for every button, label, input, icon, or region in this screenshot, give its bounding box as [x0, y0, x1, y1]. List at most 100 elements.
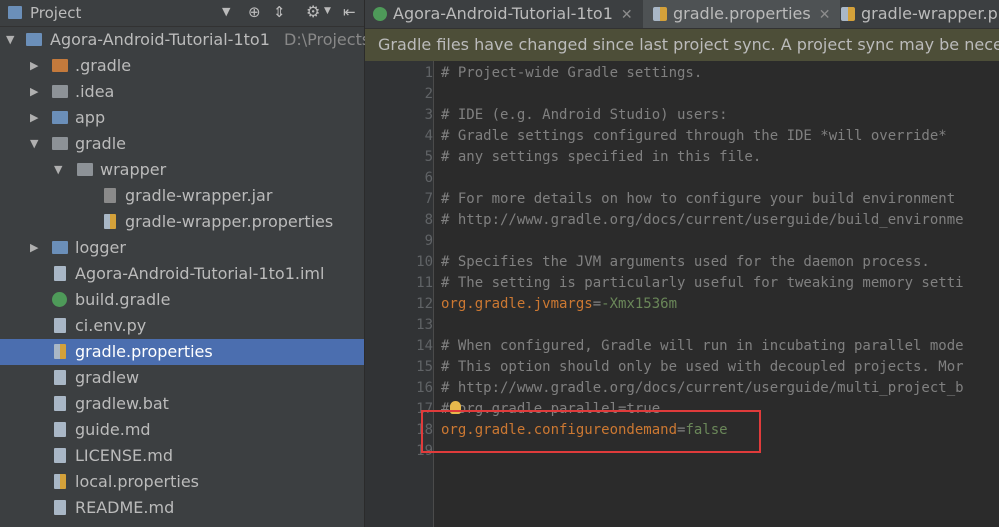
code-line[interactable]: # When configured, Gradle will run in in…: [441, 338, 964, 354]
code-line[interactable]: # Specifies the JVM arguments used for t…: [441, 254, 930, 270]
chevron-down-icon[interactable]: ▼: [6, 27, 14, 53]
code-line[interactable]: org.gradle.jvmargs=-Xmx1536m: [441, 296, 677, 312]
tree-item-gradle[interactable]: ▼ gradle: [0, 131, 364, 157]
line-number: 13: [416, 317, 433, 333]
tree-item-label: gradlew: [75, 368, 140, 387]
collapse-icon[interactable]: ⇕: [273, 3, 286, 21]
properties-icon: [841, 7, 855, 21]
project-panel-title[interactable]: Project: [30, 4, 81, 22]
tree-item-guide-md[interactable]: guide.md: [0, 417, 364, 443]
tree-item-wrapper[interactable]: ▼ wrapper: [0, 157, 364, 183]
code-line[interactable]: # http://www.gradle.org/docs/current/use…: [441, 212, 964, 228]
line-number: 5: [424, 149, 433, 165]
chevron-right-icon[interactable]: ▶: [30, 235, 38, 261]
line-number: 15: [416, 359, 433, 375]
gear-icon[interactable]: ⚙: [306, 2, 320, 21]
code-line[interactable]: # http://www.gradle.org/docs/current/use…: [441, 380, 964, 396]
tree-item-app[interactable]: ▶ app: [0, 105, 364, 131]
line-number: 2: [424, 86, 433, 102]
hide-icon[interactable]: ⇤: [343, 3, 356, 21]
tree-item-gradle-dir[interactable]: ▶ .gradle: [0, 53, 364, 79]
code-line[interactable]: # any settings specified in this file.: [441, 149, 761, 165]
tree-item-gradle-wrapper-jar[interactable]: gradle-wrapper.jar: [0, 183, 364, 209]
tree-item-label: logger: [75, 238, 126, 257]
tree-item-local-properties[interactable]: local.properties: [0, 469, 364, 495]
properties-file-icon: [54, 344, 66, 359]
gradle-icon: [373, 7, 387, 21]
code-line[interactable]: # This option should only be used with d…: [441, 359, 964, 375]
properties-file-icon: [54, 474, 66, 489]
tab-gradle-wrapper-properties[interactable]: gradle-wrapper.pr: [841, 0, 999, 28]
tree-item-readme-md[interactable]: README.md: [0, 495, 364, 521]
tree-item-gradlew-bat[interactable]: gradlew.bat: [0, 391, 364, 417]
markdown-file-icon: [54, 448, 66, 463]
dropdown-icon[interactable]: ▼: [222, 5, 230, 18]
line-number: 6: [424, 170, 433, 186]
sync-banner: Gradle files have changed since last pro…: [365, 29, 999, 61]
property-separator: =: [592, 296, 602, 312]
tree-item-ci-env[interactable]: ci.env.py: [0, 313, 364, 339]
tree-item-iml[interactable]: Agora-Android-Tutorial-1to1.iml: [0, 261, 364, 287]
tree-item-label: local.properties: [75, 472, 200, 491]
line-number: 11: [416, 275, 433, 291]
close-icon[interactable]: ✕: [819, 7, 831, 23]
folder-icon: [52, 137, 68, 150]
text-file-icon: [54, 318, 66, 333]
chevron-right-icon[interactable]: ▶: [30, 105, 38, 131]
jar-file-icon: [104, 188, 116, 203]
code-line[interactable]: # IDE (e.g. Android Studio) users:: [441, 107, 728, 123]
code-line[interactable]: # Project-wide Gradle settings.: [441, 65, 702, 81]
chevron-down-icon[interactable]: ▼: [54, 157, 62, 183]
tree-item-logger[interactable]: ▶ logger: [0, 235, 364, 261]
gradle-file-icon: [52, 292, 67, 307]
tree-item-label: Agora-Android-Tutorial-1to1.iml: [75, 264, 325, 283]
tree-item-label: Agora-Android-Tutorial-1to1: [50, 30, 270, 49]
line-number: 14: [416, 338, 433, 354]
tab-gradle-properties[interactable]: gradle.properties ✕: [643, 0, 841, 28]
tree-item-label: build.gradle: [75, 290, 171, 309]
chevron-right-icon[interactable]: ▶: [30, 79, 38, 105]
tree-item-label: app: [75, 108, 106, 127]
tree-item-label: LICENSE.md: [75, 446, 173, 465]
tree-item-idea[interactable]: ▶ .idea: [0, 79, 364, 105]
markdown-file-icon: [54, 422, 66, 437]
target-icon[interactable]: ⊕: [248, 3, 261, 21]
tree-item-label: .idea: [75, 82, 115, 101]
module-folder-icon: [52, 241, 68, 254]
properties-file-icon: [104, 214, 116, 229]
code-line[interactable]: # For more details on how to configure y…: [441, 191, 955, 207]
tree-item-gradlew[interactable]: gradlew: [0, 365, 364, 391]
tab-label: gradle.properties: [673, 4, 811, 23]
chevron-down-icon[interactable]: ▼: [30, 131, 38, 157]
tree-item-label: gradlew.bat: [75, 394, 169, 413]
text-file-icon: [54, 396, 66, 411]
tree-item-gradle-properties[interactable]: gradle.properties: [0, 339, 364, 365]
tab-label: gradle-wrapper.pr: [861, 4, 999, 23]
project-panel-toolbar: Project ▼ ⊕ ⇕ ⚙ ▼ ⇤: [0, 0, 364, 27]
tree-item-root[interactable]: ▼ Agora-Android-Tutorial-1to1 D:\Project…: [0, 27, 370, 53]
line-number-gutter: 1 2 3 4 5 6 7 8 9 10 11 12 13 14 15 16 1…: [365, 61, 433, 527]
tree-item-license-md[interactable]: LICENSE.md: [0, 443, 364, 469]
code-line[interactable]: # The setting is particularly useful for…: [441, 275, 964, 291]
markdown-file-icon: [54, 500, 66, 515]
tree-item-label: guide.md: [75, 420, 151, 439]
tree-item-path: D:\Projects: [284, 30, 371, 49]
gutter-separator: [433, 61, 434, 527]
chevron-right-icon[interactable]: ▶: [30, 53, 38, 79]
tab-build-gradle[interactable]: Agora-Android-Tutorial-1to1 ✕: [373, 0, 633, 28]
sync-banner-text: Gradle files have changed since last pro…: [378, 35, 999, 54]
project-icon: [8, 6, 22, 19]
tree-item-gradle-wrapper-properties[interactable]: gradle-wrapper.properties: [0, 209, 364, 235]
code-line[interactable]: # Gradle settings configured through the…: [441, 128, 947, 144]
property-value: -Xmx1536m: [601, 296, 678, 312]
line-number: 4: [424, 128, 433, 144]
tree-item-label: gradle: [75, 134, 126, 153]
tree-item-build-gradle[interactable]: build.gradle: [0, 287, 364, 313]
highlight-box: [421, 410, 761, 453]
close-icon[interactable]: ✕: [621, 7, 633, 23]
tab-label: Agora-Android-Tutorial-1to1: [393, 4, 613, 23]
folder-icon: [77, 163, 93, 176]
properties-icon: [653, 7, 667, 21]
folder-icon: [52, 85, 68, 98]
settings-dropdown-icon[interactable]: ▼: [324, 6, 331, 16]
